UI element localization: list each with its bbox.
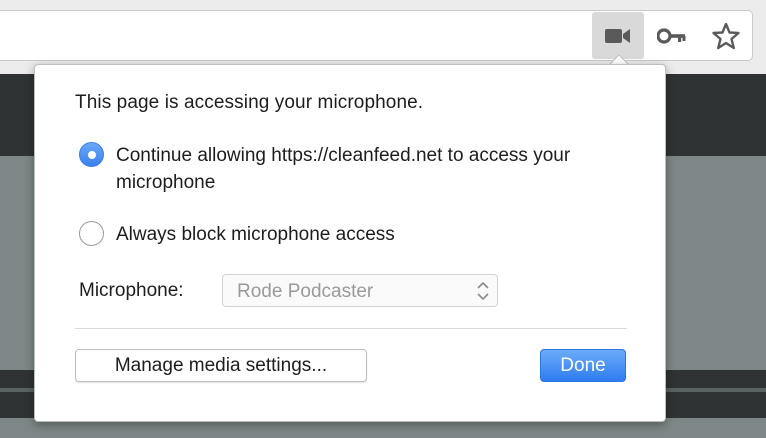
key-icon <box>657 28 686 44</box>
option-label: Always block microphone access <box>116 224 395 245</box>
updown-chevron-icon <box>477 281 489 301</box>
done-button[interactable]: Done <box>540 349 626 382</box>
camera-icon <box>605 28 630 43</box>
popup-divider <box>75 328 627 329</box>
microphone-label: Microphone: <box>79 280 184 301</box>
radio-selected[interactable] <box>79 142 104 167</box>
star-icon <box>712 22 740 50</box>
bookmark-star-button[interactable] <box>706 16 746 56</box>
option-continue-allowing[interactable]: Continue allowing https://cleanfeed.net … <box>79 142 596 196</box>
option-label: Continue allowing https://cleanfeed.net … <box>116 145 571 193</box>
microphone-permission-popup: This page is accessing your microphone. … <box>34 64 666 422</box>
option-always-block[interactable]: Always block microphone access <box>79 221 596 248</box>
browser-toolbar <box>0 0 766 74</box>
radio-unselected[interactable] <box>79 221 104 246</box>
microphone-select[interactable]: Rode Podcaster <box>222 274 498 307</box>
password-key-button[interactable] <box>652 16 692 56</box>
manage-media-settings-button[interactable]: Manage media settings... <box>75 349 367 382</box>
popup-title: This page is accessing your microphone. <box>75 92 424 113</box>
microphone-select-value: Rode Podcaster <box>237 281 374 302</box>
